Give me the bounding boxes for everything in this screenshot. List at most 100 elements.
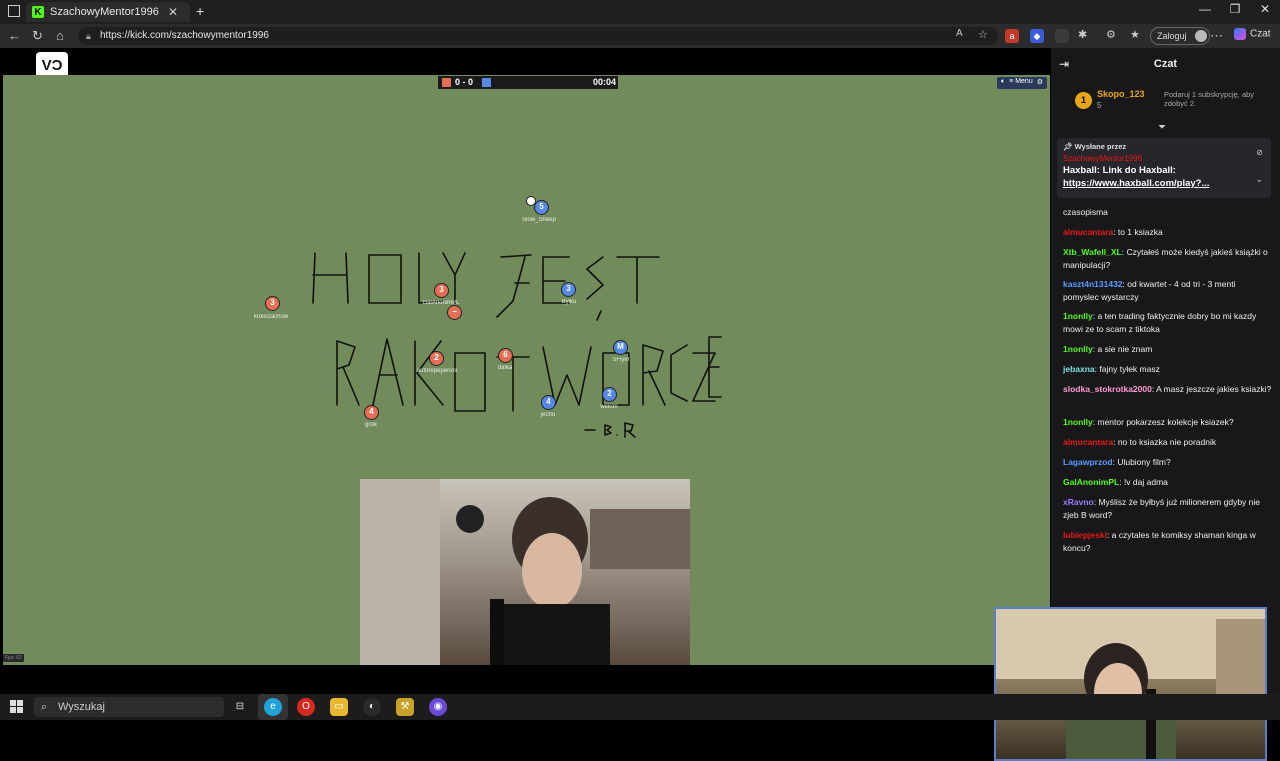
app-icon-3[interactable]: ◉ [429, 698, 447, 716]
chat-username[interactable]: jebaxna [1063, 364, 1095, 374]
chat-text: Ulubiony film? [1117, 457, 1171, 467]
chat-username[interactable]: slodka_stokrotka2000 [1063, 384, 1152, 394]
task-view-icon[interactable]: ⊟ [231, 698, 249, 716]
chat-message: czasopisma [1063, 206, 1273, 219]
chat-message: 1nonlly: a sie nie znam [1063, 343, 1273, 356]
chat-text: mentor pokarzesz kolekcje ksiazek? [1097, 417, 1234, 427]
chat-panel: ⇥ Czat 1 Skopo_123 5 Podaruj 1 subskrypc… [1051, 48, 1280, 694]
address-bar-row: ← ↻ ⌂ 🔒︎ https://kick.com/szachowymentor… [0, 24, 1280, 48]
search-icon: ⌕ [41, 701, 48, 713]
refresh-icon[interactable]: ↻ [32, 28, 43, 44]
extension-icon[interactable]: ◆ [1030, 29, 1044, 43]
chat-username[interactable]: GalAnonimPL [1063, 477, 1119, 487]
pinned-message[interactable]: 📌︎ Wysłane przez SzachowyMentor1996 Haxb… [1057, 138, 1271, 198]
second-webcam [994, 607, 1267, 761]
maximize-icon[interactable]: ❐ [1220, 2, 1250, 16]
chat-username[interactable]: Lagawprzod [1063, 457, 1113, 467]
read-aloud-icon[interactable]: A [956, 28, 963, 39]
chat-username[interactable]: 1nonlly [1063, 417, 1093, 427]
copilot-button[interactable]: Czat [1234, 28, 1271, 40]
chat-username[interactable]: lubiepjeski [1063, 530, 1107, 540]
taskbar-search[interactable]: ⌕ Wyszukaj [34, 697, 224, 717]
close-tab-icon[interactable]: ✕ [168, 5, 178, 19]
pinned-text: Haxball: Link do Haxball: https://www.ha… [1063, 164, 1265, 190]
second-webcam-scene [996, 609, 1265, 759]
url-field[interactable]: 🔒︎ https://kick.com/szachowymentor1996 [78, 27, 998, 45]
player-token: 4 [541, 395, 556, 410]
more-menu-icon[interactable]: ⋯ [1210, 28, 1223, 44]
collections-icon[interactable]: ★ [1130, 28, 1140, 41]
back-icon[interactable]: ← [8, 28, 21, 43]
browser-tab[interactable]: K SzachowyMentor1996 Strea ✕ [26, 2, 190, 22]
chat-text: to 1 ksiazka [1117, 227, 1163, 237]
file-explorer-icon[interactable]: ▭ [330, 698, 348, 716]
chat-text: czasopisma [1063, 207, 1108, 217]
extensions-puzzle-icon[interactable]: ✱ [1078, 28, 1087, 41]
chat-message: Xtb_Wafell_XL: Czytałeś może kiedyś jaki… [1063, 246, 1273, 272]
extension-icon-2[interactable] [1055, 29, 1069, 43]
chat-header: ⇥ Czat [1051, 48, 1280, 80]
copilot-label: Czat [1250, 28, 1271, 40]
player-token-highlighted: − [447, 305, 462, 320]
chat-message: lubiepjeski: a czytales te komiksy shama… [1063, 529, 1273, 555]
tab-title: SzachowyMentor1996 Strea [50, 6, 162, 18]
player-name: autorepeperoni [416, 368, 458, 374]
gift-sub-prompt[interactable]: Podaruj 1 subskrypcję, aby zdobyć 2. [1164, 90, 1274, 108]
performance-icon[interactable]: ⚙ [1106, 28, 1116, 41]
streamer-webcam [360, 479, 690, 665]
chat-username[interactable]: Xtb_Wafell_XL [1063, 247, 1122, 257]
app-icon[interactable]: ◐ [363, 698, 381, 716]
chat-filter-icon[interactable]: ⏷ [1158, 122, 1166, 133]
chat-message: almucantara: to 1 ksiazka [1063, 226, 1273, 239]
player-name: Slow_Sheep [522, 217, 556, 223]
gifter-count: 5 [1097, 101, 1102, 110]
chat-message: jebaxna: fajny tyłek masz [1063, 363, 1273, 376]
player-token: 4 [364, 405, 379, 420]
profile-avatar [1194, 30, 1207, 42]
gifter-name[interactable]: Skopo_123 [1097, 89, 1145, 99]
player-name: jechu [540, 412, 556, 418]
opera-icon[interactable]: O [297, 698, 315, 716]
chat-message: GalAnonimPL: !v daj adma [1063, 476, 1273, 489]
home-icon[interactable]: ⌂ [56, 28, 64, 43]
chat-username[interactable]: 1nonlly [1063, 344, 1093, 354]
chat-username[interactable]: almucantara [1063, 437, 1113, 447]
kick-favicon-icon: K [32, 6, 44, 18]
player-name: Bylku [561, 299, 577, 305]
hide-pinned-icon[interactable]: ⊘ [1256, 148, 1263, 157]
player-name: króliszachów [253, 314, 289, 320]
chat-username[interactable]: almucantara [1063, 227, 1113, 237]
chat-message: 1nonlly: a ten trading faktycznie dobry … [1063, 310, 1273, 336]
chat-text: no to ksiazka nie poradnik [1117, 437, 1217, 447]
chat-username[interactable]: xRavno [1063, 497, 1094, 507]
expand-pinned-icon[interactable]: ⌄ [1255, 174, 1263, 185]
chat-message: 1nonlly: mentor pokarzesz kolekcje ksiaz… [1063, 416, 1273, 429]
window-menu-icon[interactable] [8, 5, 20, 17]
player-token: 2 [429, 351, 444, 366]
edge-browser-icon[interactable]: e [264, 698, 282, 716]
favorite-star-icon[interactable]: ☆ [978, 28, 988, 41]
collapse-chat-icon[interactable]: ⇥ [1059, 48, 1069, 80]
chat-message: xRavno: Myślisz że byłbyś już milionerem… [1063, 496, 1273, 522]
pinned-link[interactable]: https://www.haxball.com/play?... [1063, 178, 1209, 189]
chat-text: !v daj adma [1123, 477, 1168, 487]
adblock-extension-icon[interactable]: a [1005, 29, 1019, 43]
close-window-icon[interactable]: ✕ [1250, 2, 1280, 16]
browser-tab-bar: K SzachowyMentor1996 Strea ✕ + — ❐ ✕ [0, 0, 1280, 24]
url-text: https://kick.com/szachowymentor1996 [100, 30, 269, 41]
player-name: grok [365, 422, 377, 428]
minimize-icon[interactable]: — [1190, 2, 1220, 16]
chat-username[interactable]: kaszt4n131432 [1063, 279, 1123, 289]
player-token: 5 [534, 200, 549, 215]
player-name: wekon [600, 404, 618, 410]
chat-username[interactable]: 1nonlly [1063, 311, 1093, 321]
app-icon-2[interactable]: ⚒ [396, 698, 414, 716]
player-name: dalka [497, 365, 513, 371]
copilot-icon [1234, 28, 1246, 40]
windows-start-icon[interactable] [10, 700, 23, 713]
new-tab-icon[interactable]: + [196, 3, 204, 19]
player-name: GalAnonimPL [422, 300, 460, 306]
kick-page: VƆ 0 - 0 00:04 🔈︎ ≡ Menu ⚙ 5 Slow_Sheep … [0, 48, 1280, 761]
chat-text: a sie nie znam [1097, 344, 1153, 354]
login-button[interactable]: Zaloguj [1150, 27, 1210, 45]
